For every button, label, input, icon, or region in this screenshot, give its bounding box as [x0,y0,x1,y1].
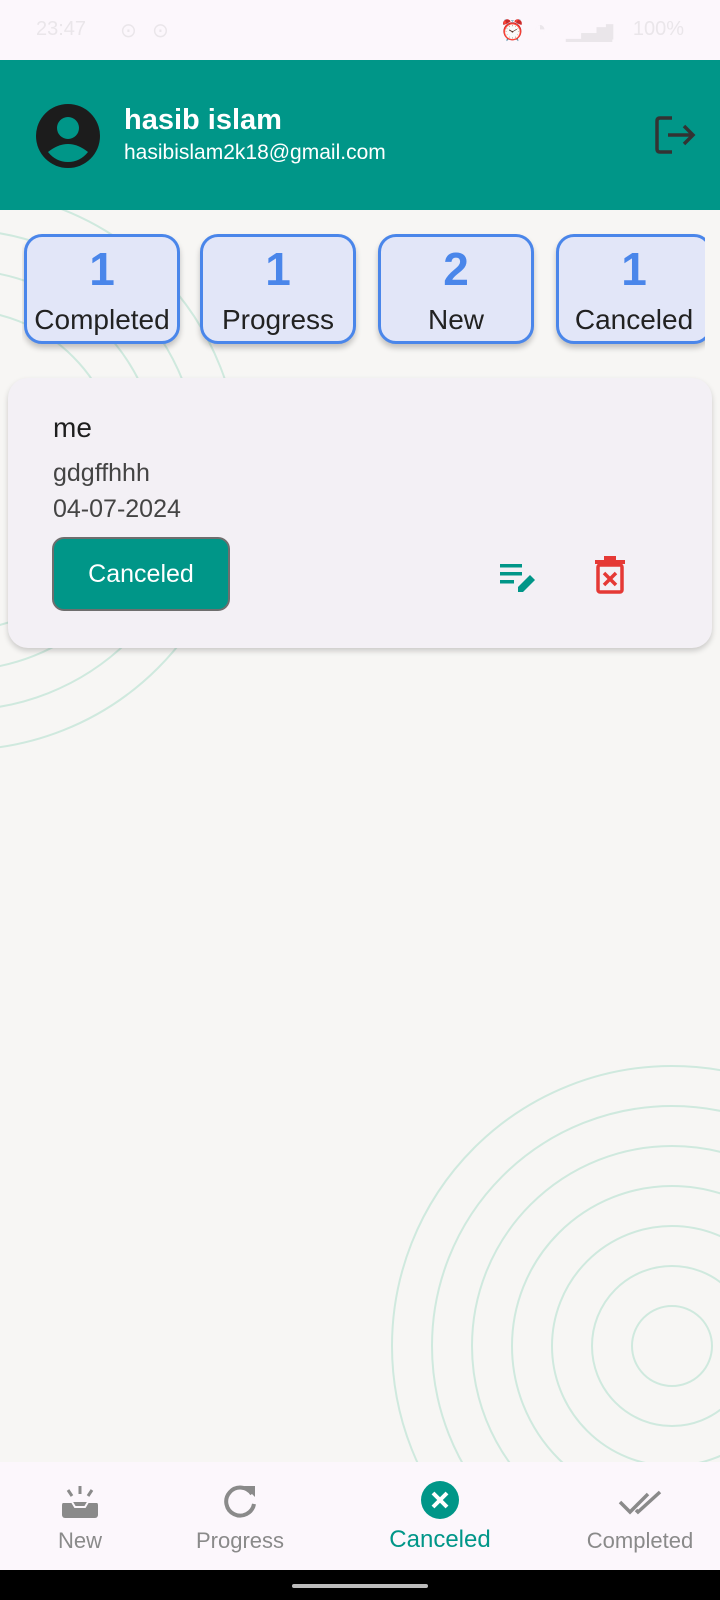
summary-count: 1 [265,243,291,295]
notification-icon: ⊙ [152,20,169,42]
summary-label: Progress [221,304,335,335]
cancel-circle-icon [421,1481,459,1519]
user-email: hasibislam2k18@gmail.com [124,141,386,164]
nav-label: Canceled [389,1526,491,1553]
status-chip[interactable]: Canceled [52,537,230,611]
gesture-bar [0,1570,720,1600]
status-time: 23:47 [36,18,87,40]
summary-card-completed: 1 Completed [24,234,180,344]
edit-icon[interactable] [498,558,538,598]
bottom-navigation: New Progress Canceled Completed [0,1462,720,1570]
nav-item-completed[interactable]: Completed [570,1462,710,1570]
summary-card-progress: 1 Progress [200,234,356,344]
summary-label: Completed [34,304,170,335]
summary-count: 1 [89,243,115,295]
home-handle[interactable] [292,1584,428,1588]
summary-card-canceled: 1 Canceled [556,234,705,344]
delete-icon[interactable] [590,554,630,594]
nav-item-canceled[interactable]: Canceled [370,1462,510,1570]
nav-item-new[interactable]: New [20,1462,140,1570]
refresh-icon [224,1485,256,1518]
user-name: hasib islam [124,104,282,136]
task-card: me gdgffhhh 04-07-2024 Canceled [8,378,712,648]
summary-label: New [427,304,484,335]
status-bar: 23:47 ⊙ ⊙ ⏰ ◔ ▁▃▅ ▮ 100% [0,0,720,60]
nav-item-progress[interactable]: Progress [170,1462,310,1570]
avatar[interactable] [36,104,100,168]
summary-label: Canceled [574,304,694,335]
app-bar: hasib islam hasibislam2k18@gmail.com [0,60,720,210]
summary-card-new: 2 New [378,234,534,344]
double-check-icon [618,1490,662,1515]
new-task-icon [62,1486,98,1518]
alarm-icon: ⏰ [500,20,525,42]
battery-icon: ▮ [604,20,616,42]
wifi-icon: ◔ [534,18,547,40]
task-description: gdgffhhh [53,459,150,487]
task-date: 04-07-2024 [53,495,181,523]
summary-strip[interactable]: 1 Completed 1 Progress 2 New 1 Canceled [22,232,705,354]
summary-count: 2 [443,243,469,295]
task-title: me [53,412,92,443]
nav-label: Completed [586,1528,694,1553]
notification-icon: ⊙ [120,20,137,42]
logout-icon[interactable] [652,112,698,158]
battery-level: 100% [632,18,684,40]
nav-label: Progress [195,1528,285,1553]
summary-count: 1 [621,243,647,295]
nav-label: New [57,1528,102,1553]
